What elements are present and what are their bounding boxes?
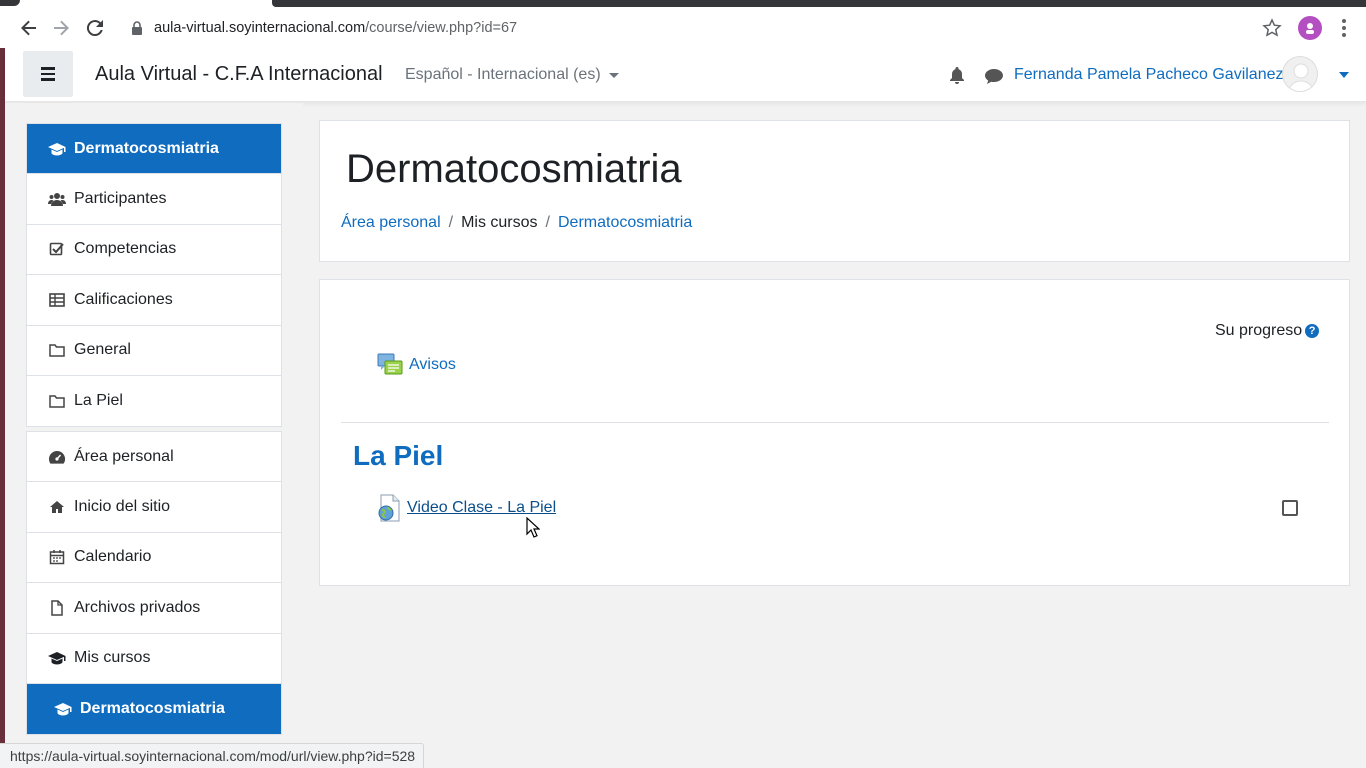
nav-item-course[interactable]: Dermatocosmiatria	[27, 124, 281, 175]
site-brand[interactable]: Aula Virtual - C.F.A Internacional	[95, 63, 383, 86]
graduation-cap-icon	[48, 652, 66, 665]
nav-item-participants[interactable]: Participantes	[27, 174, 281, 225]
incognito-person-icon	[1306, 23, 1314, 34]
lock-icon	[132, 21, 142, 35]
url-resource-icon	[378, 494, 400, 522]
completion-checkbox[interactable]	[1282, 500, 1298, 516]
message-bubble-icon[interactable]	[984, 67, 1004, 85]
breadcrumb-dashboard-link[interactable]: Área personal	[341, 214, 441, 232]
browser-profile-avatar[interactable]	[1298, 16, 1322, 40]
browser-toolbar: aula-virtual.soyinternacional.com/course…	[0, 8, 1366, 48]
site-nav-group: Área personal Inicio del sitio Calendari…	[26, 431, 282, 736]
mouse-pointer-icon	[526, 517, 540, 538]
url-text: aula-virtual.soyinternacional.com/course…	[154, 20, 517, 36]
graduation-cap-icon	[48, 142, 66, 156]
announcements-activity[interactable]: Avisos	[377, 352, 456, 378]
nav-item-label: Mis cursos	[74, 649, 151, 667]
calendar-icon	[49, 550, 65, 565]
nav-item-label: Inicio del sitio	[74, 498, 171, 516]
breadcrumb-separator: /	[545, 214, 550, 231]
table-icon	[49, 293, 65, 307]
url-path: /course/view.php?id=67	[365, 20, 518, 36]
nav-item-section-la-piel[interactable]: La Piel	[27, 376, 281, 426]
nav-item-label: General	[74, 341, 131, 359]
folder-icon	[49, 344, 65, 357]
file-icon	[51, 600, 63, 616]
user-name-link[interactable]: Fernanda Pamela Pacheco Gavilanez	[1014, 66, 1284, 84]
help-question-icon[interactable]: ?	[1305, 324, 1320, 338]
nav-item-dashboard[interactable]: Área personal	[27, 432, 281, 483]
course-content-card: Su progreso ? Avisos La Piel Video Clase…	[319, 279, 1350, 586]
breadcrumb-separator: /	[448, 214, 454, 231]
nav-item-section-general[interactable]: General	[27, 326, 281, 376]
section-divider	[341, 422, 1329, 423]
user-menu-caret-icon[interactable]	[1339, 72, 1349, 78]
url-host: aula-virtual.soyinternacional.com	[154, 20, 366, 36]
bookmark-star-icon[interactable]	[1262, 18, 1282, 38]
nav-item-private-files[interactable]: Archivos privados	[27, 583, 281, 634]
page-header-card: Dermatocosmiatria Área personal / Mis cu…	[319, 120, 1350, 262]
section-title: La Piel	[353, 440, 444, 471]
video-class-link[interactable]: Video Clase - La Piel	[407, 499, 556, 517]
language-menu[interactable]: Español - Internacional (es)	[405, 66, 619, 84]
language-label: Español - Internacional (es)	[405, 66, 601, 83]
nav-item-calendar[interactable]: Calendario	[27, 533, 281, 584]
site-navbar: Aula Virtual - C.F.A Internacional Españ…	[5, 48, 1366, 102]
back-button[interactable]	[14, 13, 44, 43]
progress-label: Su progreso	[1215, 322, 1303, 339]
nav-item-label: Dermatocosmiatria	[80, 700, 225, 718]
nav-item-label: Calificaciones	[74, 290, 173, 308]
folder-icon	[49, 395, 65, 408]
nav-item-competencies[interactable]: Competencias	[27, 225, 281, 276]
user-silhouette-icon	[1287, 63, 1315, 91]
nav-item-grades[interactable]: Calificaciones	[27, 275, 281, 326]
reload-button[interactable]	[80, 13, 110, 43]
forward-button[interactable]	[46, 13, 76, 43]
graduation-cap-icon	[54, 703, 72, 716]
bell-icon[interactable]	[948, 66, 966, 84]
arrow-right-icon	[54, 20, 69, 36]
reload-icon	[86, 20, 103, 37]
breadcrumb-my-courses: Mis cursos	[461, 214, 538, 231]
nav-drawer: Dermatocosmiatria Participantes Competen…	[5, 103, 303, 768]
arrow-left-icon	[21, 20, 36, 36]
browser-status-url: https://aula-virtual.soyinternacional.co…	[0, 743, 425, 768]
dashboard-gauge-icon	[49, 450, 66, 464]
browser-menu-button[interactable]	[1334, 16, 1354, 40]
drawer-toggle-button[interactable]	[23, 51, 73, 97]
address-bar[interactable]: aula-virtual.soyinternacional.com/course…	[120, 12, 1296, 44]
tab-strip-dark	[272, 0, 1366, 7]
nav-item-label: Archivos privados	[74, 598, 201, 616]
course-nav-group: Dermatocosmiatria Participantes Competen…	[26, 123, 282, 428]
nav-item-label: Área personal	[74, 447, 174, 465]
users-icon	[48, 193, 66, 207]
browser-tab-strip	[0, 0, 1366, 8]
chevron-down-icon	[608, 72, 619, 78]
breadcrumb: Área personal / Mis cursos / Dermatocosm…	[341, 214, 692, 232]
nav-item-current-course[interactable]: Dermatocosmiatria	[27, 683, 281, 735]
nav-item-label: La Piel	[74, 392, 123, 410]
nav-item-site-home[interactable]: Inicio del sitio	[27, 482, 281, 533]
announcements-link[interactable]: Avisos	[409, 356, 456, 374]
nav-item-label: Calendario	[74, 548, 152, 566]
nav-item-label: Participantes	[74, 190, 167, 208]
nav-item-my-courses[interactable]: Mis cursos	[27, 634, 281, 684]
progress-indicator: Su progreso ?	[1215, 322, 1320, 340]
user-avatar[interactable]	[1282, 56, 1318, 92]
nav-item-label: Dermatocosmiatria	[74, 139, 219, 157]
check-square-icon	[49, 243, 64, 256]
forum-chat-icon	[377, 353, 403, 375]
page-title: Dermatocosmiatria	[346, 147, 682, 191]
nav-item-label: Competencias	[74, 240, 177, 258]
tab-strip-left	[0, 0, 20, 6]
breadcrumb-course-link[interactable]: Dermatocosmiatria	[558, 214, 692, 232]
home-icon	[50, 501, 64, 514]
